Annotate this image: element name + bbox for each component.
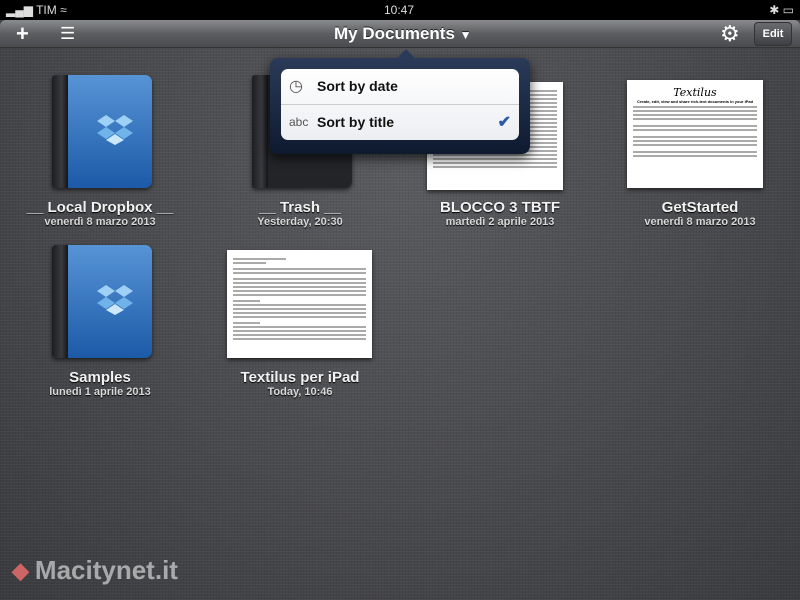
dropbox-icon (97, 115, 133, 145)
add-icon[interactable]: + (16, 20, 29, 48)
local-dropbox-folder[interactable] (52, 75, 152, 188)
abc-icon: abc (289, 115, 309, 129)
item-date: martedì 2 aprile 2013 (445, 216, 555, 228)
doc-subheading: Create, edit, view and share rich-text d… (636, 99, 754, 104)
list-item[interactable]: __ Local Dropbox __ venerdì 8 marzo 2013 (0, 199, 200, 228)
clock: 10:47 (384, 3, 415, 17)
battery-icon: ✱ ▭ (769, 3, 794, 17)
document-thumbnail[interactable] (227, 250, 372, 358)
edit-button[interactable]: Edit (754, 22, 792, 46)
status-bar: ▂▄▆ TIM ≈ 10:47 ✱ ▭ (0, 0, 800, 20)
item-date: venerdì 8 marzo 2013 (644, 216, 756, 228)
watermark: ◆ Macitynet.it (12, 555, 178, 586)
clock-icon: ◷ (289, 78, 303, 95)
item-name: BLOCCO 3 TBTF (440, 199, 560, 216)
watermark-text: Macitynet.it (34, 555, 178, 585)
list-item[interactable]: __ Trash __ Yesterday, 20:30 (200, 199, 400, 228)
title-menu-button[interactable]: My Documents ▼ (334, 24, 472, 44)
list-item[interactable]: BLOCCO 3 TBTF martedì 2 aprile 2013 (400, 199, 600, 228)
gear-icon[interactable]: ⚙ (720, 20, 740, 48)
item-name: Textilus per iPad (240, 369, 360, 386)
chevron-down-icon: ▼ (459, 28, 472, 42)
document-thumbnail[interactable]: Textilus Create, edit, view and share ri… (627, 80, 763, 188)
item-date: venerdì 8 marzo 2013 (44, 216, 156, 228)
toolbar: + ☰ My Documents ▼ ⚙ Edit (0, 20, 800, 48)
item-name: GetStarted (661, 199, 739, 216)
item-date: Today, 10:46 (267, 386, 333, 398)
checkmark-icon: ✔ (497, 114, 511, 131)
sort-by-date-option[interactable]: ◷ Sort by date (281, 69, 519, 104)
item-name: __ Local Dropbox __ (26, 199, 174, 216)
doc-heading: Textilus (673, 86, 717, 99)
samples-folder[interactable] (52, 245, 152, 358)
carrier: ▂▄▆ TIM ≈ (6, 3, 67, 17)
option-label: Sort by title (317, 114, 395, 130)
option-label: Sort by date (317, 78, 398, 94)
sort-popover: ◷ Sort by date abc Sort by title ✔ (270, 49, 530, 154)
list-item[interactable]: Samples lunedì 1 aprile 2013 (0, 369, 200, 398)
sort-by-title-option[interactable]: abc Sort by title ✔ (281, 104, 519, 139)
item-date: Yesterday, 20:30 (257, 216, 343, 228)
item-name: Samples (69, 369, 131, 386)
list-icon[interactable]: ☰ (60, 20, 75, 48)
watermark-logo-icon: ◆ (12, 557, 29, 583)
dropbox-icon (97, 285, 133, 315)
item-name: __ Trash __ (259, 199, 341, 216)
page-title: My Documents (334, 24, 455, 43)
item-date: lunedì 1 aprile 2013 (49, 386, 151, 398)
list-item[interactable]: GetStarted venerdì 8 marzo 2013 (600, 199, 800, 228)
list-item[interactable]: Textilus per iPad Today, 10:46 (200, 369, 400, 398)
